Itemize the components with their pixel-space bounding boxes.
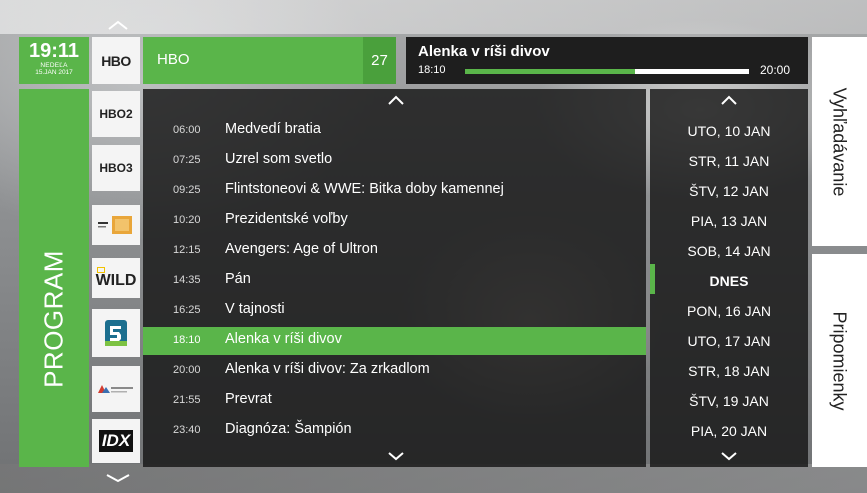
program-row[interactable]: 16:25 V tajnosti [143,297,646,325]
reminders-tab[interactable]: Pripomienky [812,254,867,467]
channel-logo-hbo2[interactable]: HBO2 [92,91,140,137]
program-row[interactable]: 12:15 Avengers: Age of Ultron [143,237,646,265]
channel-scroll-up-icon[interactable] [108,20,128,30]
program-row[interactable]: 14:35 Pán [143,267,646,295]
program-time: 21:55 [173,394,201,406]
logo-wild-text: WILD [95,272,137,289]
program-row[interactable]: 18:10 Alenka v ríši divov [143,327,646,355]
day-row[interactable]: UTO, 17 JAN [650,327,808,355]
program-title: Prevrat [225,391,272,407]
day-row[interactable]: STR, 18 JAN [650,357,808,385]
bottom-overlay [0,464,867,493]
day-row[interactable]: PIA, 13 JAN [650,207,808,235]
program-row[interactable]: 21:55 Prevrat [143,387,646,415]
program-time: 07:25 [173,154,201,166]
top-overlay [0,0,867,34]
program-row[interactable]: 20:00 Alenka v ríši divov: Za zrkadlom [143,357,646,385]
program-row[interactable]: 07:25 Uzrel som svetlo [143,147,646,175]
program-time: 10:20 [173,214,201,226]
channel-logo-idx[interactable]: IDX [92,419,140,463]
now-playing-progress-fill [465,69,636,74]
now-playing-end: 20:00 [760,63,791,77]
search-tab-label: Vyhľadávanie [829,87,850,196]
day-row[interactable]: UTO, 10 JAN [650,117,808,145]
search-tab[interactable]: Vyhľadávanie [812,37,867,246]
program-scroll-down-icon[interactable] [388,451,404,461]
logo-hbo2-text: HBO2 [99,107,133,121]
logo-hbo-text: HBO [101,52,131,69]
program-tab[interactable]: PROGRAM [19,89,89,467]
day-scroll-up-icon[interactable] [721,95,737,105]
program-time: 18:10 [173,334,201,346]
golf-channel-icon [98,385,133,393]
program-scroll-up-icon[interactable] [388,95,404,105]
day-row[interactable]: ŠTV, 12 JAN [650,177,808,205]
logo-hbo3-text: HBO3 [99,161,133,175]
channel-logo-hbo3[interactable]: HBO3 [92,145,140,191]
now-playing-progress [465,69,749,74]
program-row[interactable]: 09:25 Flintstoneovi & WWE: Bitka doby kam… [143,177,646,205]
channel-logo-hbo[interactable]: HBO [92,37,140,84]
now-playing-start: 18:10 [418,64,446,76]
program-row[interactable]: 23:40 Diagnóza: Šampión [143,417,646,445]
day-scroll-down-icon[interactable] [721,451,737,461]
day-row[interactable]: ŠTV, 19 JAN [650,387,808,415]
program-title: Medvedí bratia [225,121,321,137]
program-title: Prezidentské voľby [225,211,348,227]
now-playing-panel[interactable]: Alenka v ríši divov 18:10 20:00 [406,37,808,84]
program-row[interactable]: 06:00 Medvedí bratia [143,117,646,145]
film-europe-icon [96,216,132,234]
day-row[interactable]: STR, 11 JAN [650,147,808,175]
day-row[interactable]: DNES [650,267,808,295]
clock: 19:11 NEDEĽA 15.JAN 2017 [19,37,89,84]
channel-logo-sport5[interactable] [92,309,140,357]
channel-logo-film-europe[interactable] [92,205,140,245]
program-title: V tajnosti [225,301,285,317]
program-title: Pán [225,271,251,287]
program-row[interactable]: 10:20 Prezidentské voľby [143,207,646,235]
channel-scroll-down-icon[interactable] [106,473,130,483]
logo-idx-text: IDX [98,430,134,452]
program-title: Alenka v ríši divov [225,331,342,347]
sport5-icon [105,320,127,346]
program-time: 09:25 [173,184,201,196]
program-title: Alenka v ríši divov: Za zrkadlom [225,361,430,377]
program-time: 12:15 [173,244,201,256]
channel-name: HBO [157,51,190,68]
channel-number: 27 [363,37,396,84]
program-time: 23:40 [173,424,201,436]
clock-time: 19:11 [28,40,80,62]
program-tab-label: PROGRAM [38,250,69,388]
program-time: 20:00 [173,364,201,376]
program-title: Uzrel som svetlo [225,151,333,167]
day-list: UTO, 10 JAN STR, 11 JAN ŠTV, 12 JAN PIA, 13… [650,89,808,467]
clock-day: NEDEĽA [40,62,68,69]
reminders-tab-label: Pripomienky [829,310,850,411]
program-list: 06:00 Medvedí bratia 07:25 Uzrel som svetlo… [143,89,646,467]
now-playing-title: Alenka v ríši divov [418,43,550,60]
day-row[interactable]: PIA, 20 JAN [650,417,808,445]
program-time: 14:35 [173,274,201,286]
program-time: 16:25 [173,304,201,316]
program-title: Diagnóza: Šampión [225,421,352,437]
channel-header[interactable]: HBO 27 [143,37,396,84]
program-time: 06:00 [173,124,201,136]
program-title: Avengers: Age of Ultron [225,241,378,257]
program-title: Flintstoneovi & WWE: Bitka doby kamennej [225,181,504,197]
channel-logo-natgeo-wild[interactable]: WILD [92,258,140,298]
clock-date: 15.JAN 2017 [35,69,73,76]
channel-logo-golf[interactable] [92,366,140,412]
day-row[interactable]: PON, 16 JAN [650,297,808,325]
day-row[interactable]: SOB, 14 JAN [650,237,808,265]
